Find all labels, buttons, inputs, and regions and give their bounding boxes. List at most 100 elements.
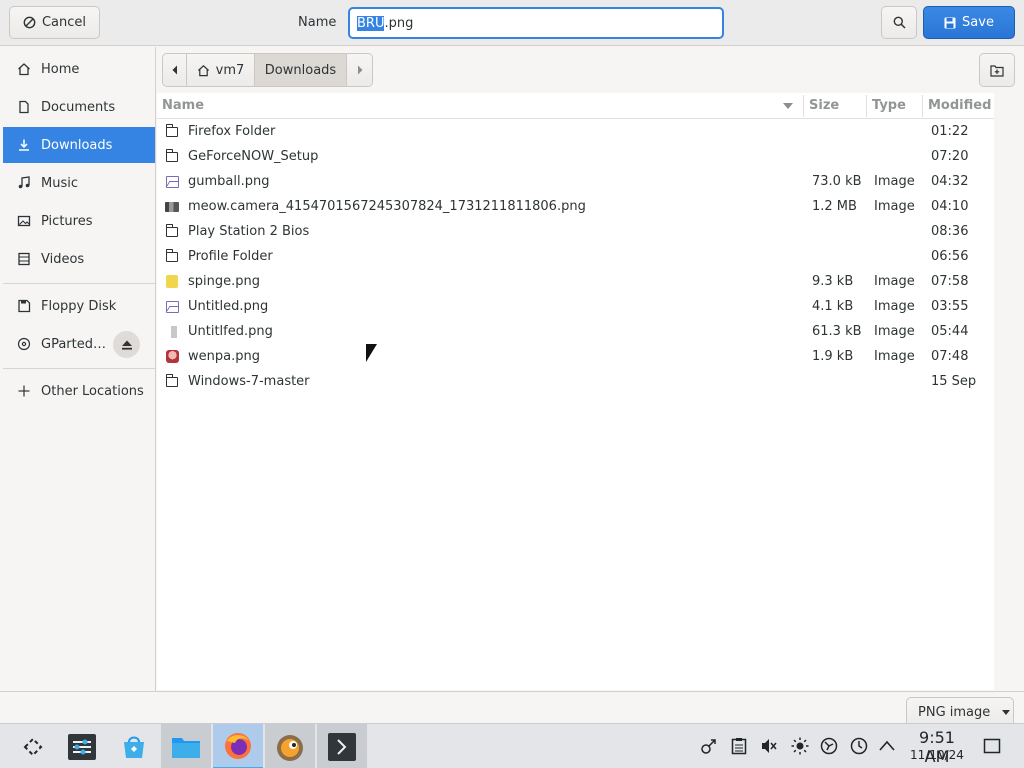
- kde-connect-icon[interactable]: [700, 737, 718, 755]
- column-header-type[interactable]: Type: [867, 93, 923, 119]
- path-segment-label: vm7: [215, 62, 245, 78]
- sidebar-item-videos[interactable]: Videos: [3, 241, 155, 277]
- home-icon: [17, 62, 31, 76]
- file-row[interactable]: Play Station 2 Bios 08:36: [157, 219, 994, 244]
- chevron-up-icon[interactable]: [878, 737, 896, 755]
- file-modified: 15 Sep: [931, 374, 977, 389]
- volume-muted-icon[interactable]: [760, 737, 778, 755]
- new-folder-icon: [990, 64, 1004, 77]
- file-size: 9.3 kB: [812, 274, 854, 289]
- discover-icon: [124, 736, 144, 758]
- file-name: wenpa.png: [188, 349, 260, 364]
- folder-icon: [165, 119, 179, 144]
- brightness-icon[interactable]: [791, 737, 809, 755]
- column-header-name[interactable]: Name: [157, 93, 804, 119]
- file-row[interactable]: gumball.png 73.0 kB Image 04:32: [157, 169, 994, 194]
- chevron-left-icon: [172, 65, 177, 75]
- file-size: 1.9 kB: [812, 349, 854, 364]
- taskbar-file-manager[interactable]: [161, 724, 211, 768]
- taskbar-discover[interactable]: [109, 724, 159, 768]
- save-icon: [944, 17, 956, 28]
- documents-icon: [17, 100, 31, 114]
- folder-icon: [165, 219, 179, 244]
- file-row[interactable]: Windows-7-master 15 Sep: [157, 369, 994, 394]
- file-name: Profile Folder: [188, 249, 273, 264]
- taskbar-system-settings[interactable]: [57, 724, 107, 768]
- file-row[interactable]: spinge.png 9.3 kB Image 07:58: [157, 269, 994, 294]
- path-scroll-left-button[interactable]: [162, 53, 187, 87]
- app-launcher-button[interactable]: [8, 724, 58, 768]
- show-desktop-icon[interactable]: [983, 737, 1001, 755]
- sidebar-item-other-locations[interactable]: Other Locations: [3, 373, 155, 409]
- sidebar-item-floppy-disk[interactable]: Floppy Disk: [3, 288, 155, 324]
- floppy-disk-icon: [17, 299, 31, 313]
- sidebar-item-label: Music: [41, 175, 78, 191]
- path-segment-downloads[interactable]: Downloads: [255, 53, 347, 87]
- system-settings-icon: [68, 733, 96, 760]
- search-button[interactable]: [881, 6, 917, 39]
- file-modified: 08:36: [931, 224, 969, 239]
- updates-icon[interactable]: [850, 737, 868, 755]
- filter-bar: PNG image: [0, 691, 1024, 727]
- save-button[interactable]: Save: [923, 6, 1015, 39]
- clipboard-icon[interactable]: [730, 737, 748, 755]
- sidebar-item-label: Floppy Disk: [41, 298, 117, 314]
- cancel-label: Cancel: [41, 15, 87, 30]
- file-type: Image: [874, 274, 915, 289]
- disc-icon: [17, 337, 31, 351]
- sponge-thumbnail-icon: [165, 269, 179, 294]
- sidebar-item-downloads[interactable]: Downloads: [3, 127, 155, 163]
- sidebar-item-label: Other Locations: [41, 383, 144, 399]
- sidebar-item-home[interactable]: Home: [3, 51, 155, 87]
- file-row[interactable]: Untitlfed.png 61.3 kB Image 05:44: [157, 319, 994, 344]
- sidebar-item-pictures[interactable]: Pictures: [3, 203, 155, 239]
- file-row[interactable]: Firefox Folder 01:22: [157, 119, 994, 144]
- image-thumbnail-icon: [165, 319, 179, 344]
- home-icon: [197, 64, 209, 76]
- taskbar-gimp[interactable]: [265, 724, 315, 768]
- file-row[interactable]: Untitled.png 4.1 kB Image 03:55: [157, 294, 994, 319]
- name-label: Name: [298, 15, 337, 30]
- file-size: 73.0 kB: [812, 174, 862, 189]
- file-row[interactable]: GeForceNOW_Setup 07:20: [157, 144, 994, 169]
- image-thumbnail-icon: [165, 194, 179, 219]
- sidebar-item-documents[interactable]: Documents: [3, 89, 155, 125]
- file-row[interactable]: meow.camera_4154701567245307824_17312118…: [157, 194, 994, 219]
- sidebar-item-label: Home: [41, 61, 80, 77]
- column-header-size[interactable]: Size: [804, 93, 867, 119]
- sidebar-item-music[interactable]: Music: [3, 165, 155, 201]
- path-segment-home[interactable]: vm7: [187, 53, 255, 87]
- new-folder-button[interactable]: [979, 53, 1015, 87]
- plus-icon: [17, 384, 31, 398]
- eject-button[interactable]: [113, 331, 140, 358]
- folder-icon: [165, 144, 179, 169]
- path-scroll-right-button[interactable]: [347, 53, 373, 87]
- file-row[interactable]: wenpa.png 1.9 kB Image 07:48: [157, 344, 994, 369]
- downloads-icon: [17, 138, 31, 152]
- chevron-right-icon: [357, 65, 362, 75]
- sidebar-item-gparted[interactable]: GParted…: [3, 326, 106, 362]
- column-header-modified[interactable]: Modified: [923, 93, 994, 119]
- cancel-button[interactable]: Cancel: [9, 6, 100, 39]
- sidebar-separator: [3, 368, 155, 369]
- file-size: 61.3 kB: [812, 324, 862, 339]
- filename-input[interactable]: BRU .png: [348, 7, 724, 39]
- network-icon[interactable]: [820, 737, 838, 755]
- file-modified: 01:22: [931, 124, 969, 139]
- file-name: Firefox Folder: [188, 124, 276, 139]
- file-modified: 07:20: [931, 149, 969, 164]
- file-name: Untitlfed.png: [188, 324, 273, 339]
- image-icon: [165, 169, 179, 194]
- mouse-cursor: [366, 344, 377, 362]
- column-header-type-label: Type: [872, 98, 906, 113]
- taskbar-firefox[interactable]: [213, 724, 263, 768]
- file-row[interactable]: Profile Folder 06:56: [157, 244, 994, 269]
- videos-icon: [17, 252, 31, 266]
- list-side-gutter: [994, 93, 1024, 690]
- clock-date[interactable]: 11/10/24: [905, 748, 969, 762]
- file-name: spinge.png: [188, 274, 261, 289]
- taskbar-terminal[interactable]: [317, 724, 367, 768]
- pictures-icon: [17, 214, 31, 228]
- file-manager-icon: [172, 737, 200, 758]
- column-header-name-label: Name: [162, 98, 205, 113]
